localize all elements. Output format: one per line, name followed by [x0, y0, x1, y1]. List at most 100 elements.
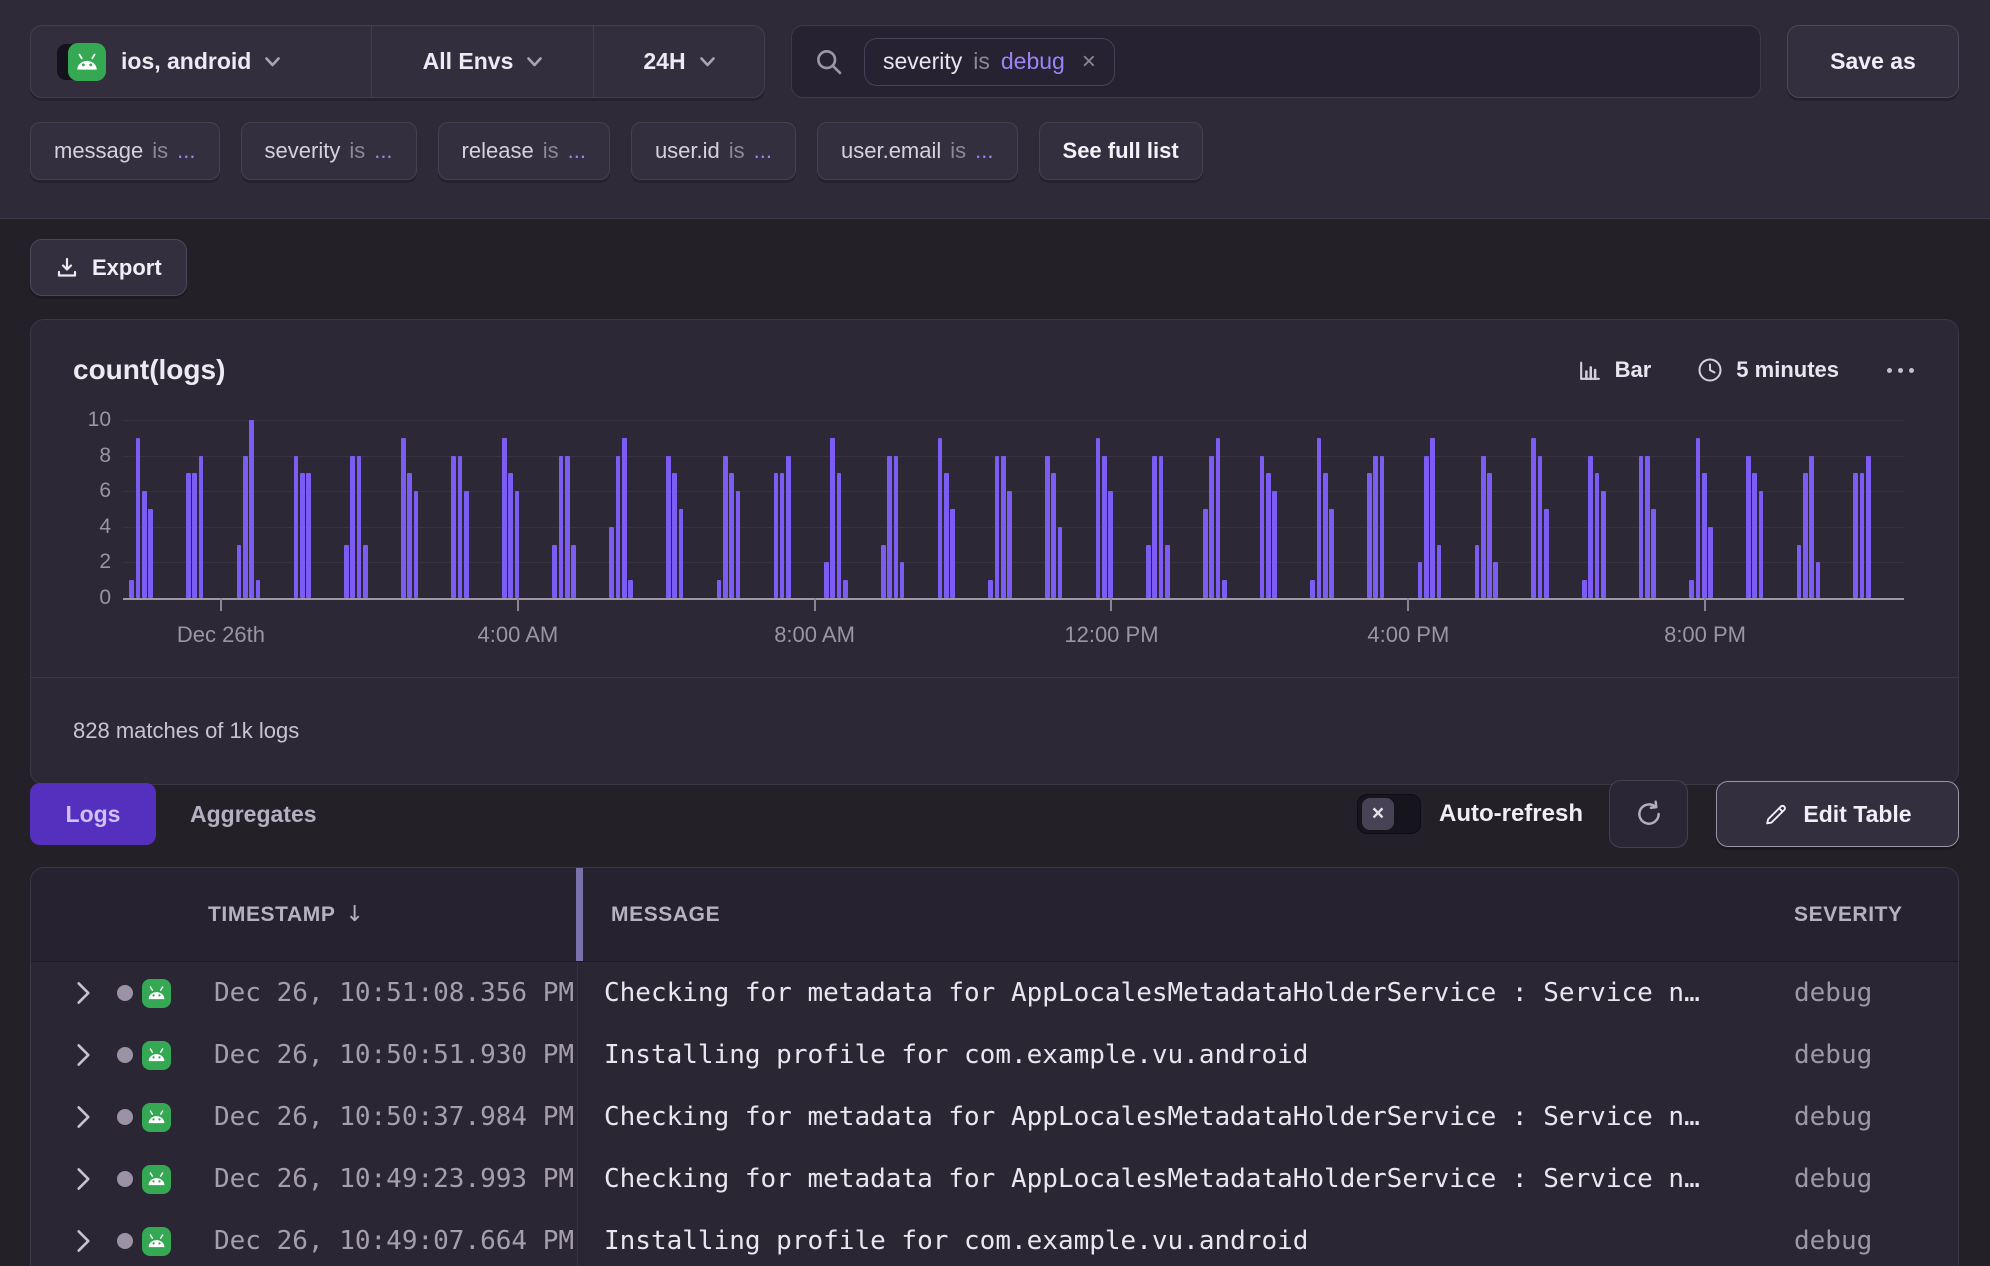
- chart-bar: [1045, 456, 1050, 598]
- chart-bar: [774, 473, 779, 598]
- severity-cell: debug: [1794, 1102, 1958, 1132]
- filter-field: user.id: [655, 138, 720, 164]
- y-tick-label: 8: [99, 444, 111, 468]
- chart-bar: [786, 456, 791, 598]
- chart-bar: [1058, 527, 1063, 598]
- column-header-message[interactable]: MESSAGE: [583, 903, 1794, 927]
- app-selector[interactable]: ios, android: [31, 26, 371, 97]
- status-dot-icon: [117, 1171, 133, 1187]
- tab-logs[interactable]: Logs: [30, 783, 156, 845]
- android-icon: [142, 1165, 171, 1194]
- message-cell: Checking for metadata for AppLocalesMeta…: [576, 1102, 1794, 1132]
- chart-bar: [1860, 473, 1865, 598]
- table-row[interactable]: Dec 26, 10:49:23.993 PM Checking for met…: [31, 1148, 1958, 1210]
- remove-filter-icon[interactable]: ×: [1082, 50, 1096, 74]
- expand-chevron-icon[interactable]: [76, 981, 91, 1005]
- gridline: [123, 420, 1904, 421]
- filter-operator: is: [729, 138, 745, 164]
- chart-y-axis: 0246810: [73, 420, 111, 598]
- chart-bar: [723, 456, 728, 598]
- quick-filter-chip-message[interactable]: message is ...: [30, 122, 220, 180]
- env-selector-label: All Envs: [423, 48, 514, 75]
- chart-bar: [350, 456, 355, 598]
- chart-bar: [1437, 545, 1442, 598]
- chart-bar: [1152, 456, 1157, 598]
- chart-menu-icon[interactable]: [1885, 362, 1916, 379]
- table-row[interactable]: Dec 26, 10:49:07.664 PM Installing profi…: [31, 1210, 1958, 1266]
- expand-chevron-icon[interactable]: [76, 1229, 91, 1253]
- chart-type-selector[interactable]: Bar: [1577, 357, 1652, 383]
- see-full-list-button[interactable]: See full list: [1039, 122, 1203, 180]
- save-as-button[interactable]: Save as: [1787, 25, 1959, 98]
- filter-value: ...: [975, 138, 993, 164]
- chart-bar: [1001, 456, 1006, 598]
- chart-bar: [249, 420, 254, 598]
- gridline: [123, 456, 1904, 457]
- chart-bar: [1216, 438, 1221, 598]
- sort-desc-icon: ↓: [346, 902, 365, 927]
- chart-bar: [1588, 456, 1593, 598]
- pencil-icon: [1763, 802, 1788, 827]
- expand-chevron-icon[interactable]: [76, 1105, 91, 1129]
- table-row[interactable]: Dec 26, 10:50:37.984 PM Checking for met…: [31, 1086, 1958, 1148]
- refresh-button[interactable]: [1609, 780, 1688, 848]
- clock-icon: [1697, 357, 1723, 383]
- chart-bar: [1272, 491, 1277, 598]
- chart-bar: [1096, 438, 1101, 598]
- refresh-icon: [1634, 799, 1664, 829]
- chart-bar: [1651, 509, 1656, 598]
- time-range-selector[interactable]: 24H: [593, 26, 764, 97]
- expand-chevron-icon[interactable]: [76, 1167, 91, 1191]
- x-tick-mark: [1407, 598, 1409, 611]
- quick-filter-chip-user-email[interactable]: user.email is ...: [817, 122, 1018, 180]
- env-selector[interactable]: All Envs: [371, 26, 593, 97]
- time-range-label: 24H: [643, 48, 685, 75]
- chart-bar: [900, 562, 905, 598]
- timestamp-cell: Dec 26, 10:49:07.664 PM: [31, 1226, 576, 1256]
- chart-bar: [1102, 456, 1107, 598]
- chart-bar: [837, 473, 842, 598]
- export-button[interactable]: Export: [30, 239, 187, 296]
- auto-refresh-toggle[interactable]: ×: [1357, 794, 1421, 834]
- tab-aggregates[interactable]: Aggregates: [190, 801, 317, 828]
- quick-filter-chip-release[interactable]: release is ...: [438, 122, 610, 180]
- filter-operator: is: [543, 138, 559, 164]
- quick-filter-chip-user-id[interactable]: user.id is ...: [631, 122, 796, 180]
- column-header-severity[interactable]: SEVERITY: [1794, 903, 1958, 927]
- filter-operator: is: [152, 138, 168, 164]
- chart-bar: [1430, 438, 1435, 598]
- table-row[interactable]: Dec 26, 10:51:08.356 PM Checking for met…: [31, 962, 1958, 1024]
- chart-bar: [672, 473, 677, 598]
- chart-bar: [451, 456, 456, 598]
- chart-bar: [1689, 580, 1694, 598]
- search-filter-chip[interactable]: severity is debug ×: [864, 38, 1115, 86]
- expand-chevron-icon[interactable]: [76, 1043, 91, 1067]
- chart-bar: [186, 473, 191, 598]
- message-cell: Installing profile for com.example.vu.an…: [576, 1040, 1794, 1070]
- quick-filter-chip-severity[interactable]: severity is ...: [241, 122, 417, 180]
- chart-bar: [1702, 473, 1707, 598]
- toggle-off-icon: ×: [1362, 798, 1394, 830]
- chart-bar: [1475, 545, 1480, 598]
- column-resize-handle[interactable]: [576, 868, 583, 961]
- chart-bar: [1803, 473, 1808, 598]
- gridline: [123, 562, 1904, 563]
- search-bar[interactable]: severity is debug ×: [791, 25, 1761, 98]
- chart-bar: [1203, 509, 1208, 598]
- edit-table-button[interactable]: Edit Table: [1716, 781, 1959, 847]
- chart-bar: [401, 438, 406, 598]
- x-tick-label: 12:00 PM: [1064, 622, 1158, 648]
- timestamp-cell: Dec 26, 10:49:23.993 PM: [31, 1164, 576, 1194]
- chart-bar: [609, 527, 614, 598]
- interval-selector[interactable]: 5 minutes: [1697, 357, 1839, 383]
- x-tick-mark: [220, 598, 222, 611]
- chart-card: count(logs) Bar 5 minutes 0246810 Dec 26…: [30, 319, 1959, 785]
- chart-bar: [559, 456, 564, 598]
- chart-header: count(logs) Bar 5 minutes: [31, 320, 1958, 420]
- column-header-timestamp[interactable]: TIMESTAMP ↓: [31, 902, 576, 927]
- android-icon: [142, 1227, 171, 1256]
- chart-bar: [1260, 456, 1265, 598]
- chart-bar: [256, 580, 261, 598]
- filter-field: user.email: [841, 138, 941, 164]
- table-row[interactable]: Dec 26, 10:50:51.930 PM Installing profi…: [31, 1024, 1958, 1086]
